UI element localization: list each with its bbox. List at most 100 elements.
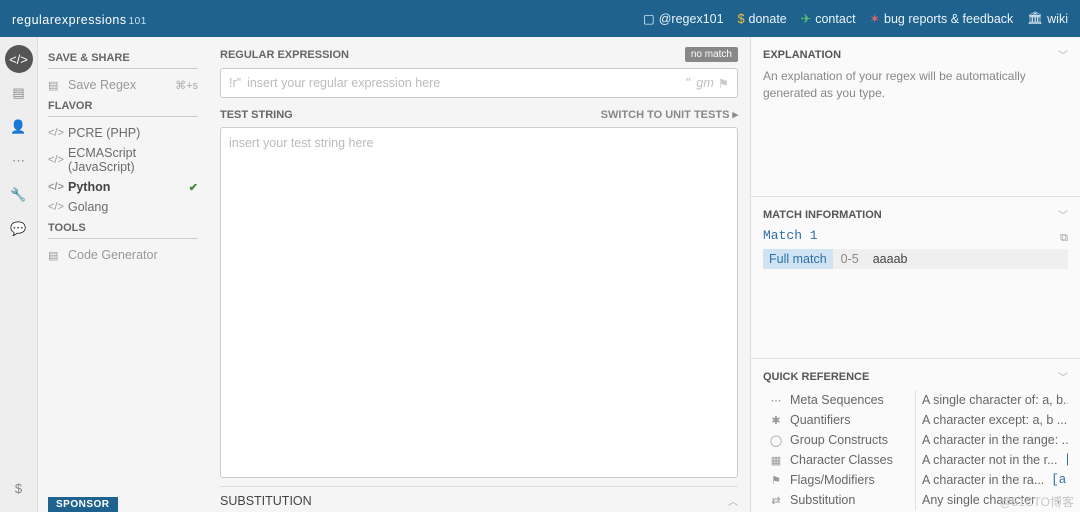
bug-icon: ✶ — [870, 11, 880, 26]
code-icon: </> — [48, 127, 62, 139]
wiki-icon: 🏛 — [1027, 11, 1043, 26]
match-range: 0-5 — [833, 249, 867, 269]
qref-cat-flags[interactable]: ⚑Flags/Modifiers — [763, 470, 915, 490]
qref-item[interactable]: A character in the ra...[a-zA-Z] — [916, 470, 1068, 490]
qref-item[interactable]: A character in the range: ...[a-z] — [916, 430, 1068, 450]
logo-bold: regular — [12, 13, 54, 27]
qref-desc: A character not in the r... — [922, 453, 1058, 467]
delim-open: !r" — [229, 76, 241, 90]
quickref-title: QUICK REFERENCE — [763, 371, 869, 383]
nav-account-icon[interactable]: 👤 — [5, 113, 33, 141]
link-label: @regex101 — [659, 12, 724, 26]
explanation-head: EXPLANATION ﹀ — [763, 47, 1068, 62]
sub-icon: ⇄ — [769, 494, 783, 507]
match-label[interactable]: Match 1 — [763, 228, 818, 243]
header-links: ▢ @regex101 $donate ✈ contact ✶ bug reports… — [643, 11, 1068, 26]
qref-token: . — [1054, 493, 1062, 507]
chevron-down-icon[interactable]: ﹀ — [1058, 207, 1068, 222]
check-icon: ✔ — [189, 181, 198, 194]
contact-icon: ✈ — [801, 11, 811, 26]
switch-tests-link[interactable]: SWITCH TO UNIT TESTS ▸ — [601, 108, 738, 121]
link-wiki[interactable]: 🏛wiki — [1027, 11, 1068, 26]
nav-library-icon[interactable]: ▤ — [5, 79, 33, 107]
test-title: TEST STRING — [220, 109, 293, 121]
chevron-down-icon[interactable]: ﹀ — [1058, 47, 1068, 62]
code-icon: </> — [48, 181, 62, 193]
regex-header: REGULAR EXPRESSION no match — [220, 47, 738, 62]
explanation-title: EXPLANATION — [763, 49, 841, 61]
qref-item[interactable]: Any single character. — [916, 490, 1068, 510]
link-label: bug reports & feedback — [884, 12, 1013, 26]
nav-chat-icon[interactable]: 💬 — [5, 215, 33, 243]
save-regex-label: Save Regex — [68, 78, 136, 92]
export-icon[interactable]: ⧉ — [1060, 232, 1068, 245]
qref-desc: Any single character — [922, 493, 1035, 507]
link-bugs[interactable]: ✶ bug reports & feedback — [870, 11, 1014, 26]
donate-icon: $ — [738, 12, 745, 26]
explanation-panel: EXPLANATION ﹀ An explanation of your reg… — [751, 37, 1080, 197]
link-donate[interactable]: $donate — [738, 11, 787, 26]
sponsor-badge[interactable]: SPONSOR — [48, 497, 118, 512]
flag-icon[interactable]: ⚑ — [718, 76, 729, 91]
flavor-ecmascript[interactable]: </>ECMAScript (JavaScript) — [48, 143, 198, 177]
code-icon: </> — [48, 201, 62, 213]
right-column: EXPLANATION ﹀ An explanation of your reg… — [750, 37, 1080, 512]
link-label: contact — [815, 12, 855, 26]
sidebar: SAVE & SHARE ▤ Save Regex ⌘+s FLAVOR </>… — [38, 37, 208, 512]
save-icon: ▤ — [48, 79, 62, 92]
qref-desc: A single character of: a, b... — [922, 393, 1068, 407]
qref-desc: A character in the ra... — [922, 473, 1044, 487]
substitution-header[interactable]: SUBSTITUTION ︿ — [220, 486, 738, 512]
no-match-badge: no match — [685, 47, 738, 62]
flavor-python[interactable]: </> Python ✔ — [48, 177, 198, 197]
chevron-up-icon[interactable]: ︿ — [728, 493, 738, 508]
logo-sub: 101 — [129, 16, 147, 27]
flavor-label: Python — [68, 180, 110, 194]
link-twitter[interactable]: ▢ @regex101 — [643, 11, 724, 26]
qref-cat-meta[interactable]: ⋯ Meta Sequences — [763, 390, 915, 410]
qref-cat-label: Meta Sequences — [790, 393, 884, 407]
qref-cat-sub[interactable]: ⇄Substitution — [763, 490, 915, 510]
qref-desc: A character in the range: ... — [922, 433, 1068, 447]
match-text: aaaab — [867, 249, 914, 269]
match-row-head: Match 1 ⧉ — [763, 228, 1068, 249]
shortcut-label: ⌘+s — [175, 79, 198, 92]
quickref-items: A single character of: a, b...[abc] A ch… — [916, 390, 1068, 510]
regex-placeholder: insert your regular expression here — [247, 76, 686, 90]
test-header: TEST STRING SWITCH TO UNIT TESTS ▸ — [220, 108, 738, 121]
quickref-body: ⋯ Meta Sequences ✱Quantifiers ◯Group Cons… — [763, 390, 1068, 510]
quickref-head: QUICK REFERENCE ﹀ — [763, 369, 1068, 384]
save-regex-button[interactable]: ▤ Save Regex ⌘+s — [48, 75, 198, 95]
qref-cat-group[interactable]: ◯Group Constructs — [763, 430, 915, 450]
qref-item[interactable]: A character not in the r...[^a-z] — [916, 450, 1068, 470]
code-generator-button[interactable]: ▤Code Generator — [48, 245, 198, 265]
qref-item[interactable]: A character except: a, b ...[^abc] — [916, 410, 1068, 430]
vertical-nav: </> ▤ 👤 ⋯ 🔧 💬 $ — [0, 37, 38, 512]
nav-settings-icon[interactable]: 🔧 — [5, 181, 33, 209]
regex-flags[interactable]: gm — [696, 76, 713, 90]
test-string-input[interactable]: insert your test string here — [220, 127, 738, 478]
nav-debugger-icon[interactable]: ⋯ — [5, 147, 33, 175]
save-share-heading: SAVE & SHARE — [48, 52, 198, 69]
regex-input[interactable]: !r" insert your regular expression here … — [220, 68, 738, 98]
chevron-down-icon[interactable]: ﹀ — [1058, 369, 1068, 384]
nav-donate-icon[interactable]: $ — [5, 474, 33, 502]
meta-icon: ⋯ — [769, 394, 783, 407]
flavor-heading: FLAVOR — [48, 100, 198, 117]
qref-cat-quant[interactable]: ✱Quantifiers — [763, 410, 915, 430]
qref-cat-class[interactable]: ▦Character Classes — [763, 450, 915, 470]
sub-title: SUBSTITUTION — [220, 494, 312, 508]
qref-item[interactable]: A single character of: a, b...[abc] — [916, 390, 1068, 410]
test-placeholder: insert your test string here — [229, 136, 374, 150]
link-contact[interactable]: ✈ contact — [801, 11, 856, 26]
qref-cat-label: Character Classes — [790, 453, 893, 467]
full-match-label: Full match — [763, 249, 833, 269]
nav-editor-icon[interactable]: </> — [5, 45, 33, 73]
flavor-pcre[interactable]: </>PCRE (PHP) — [48, 123, 198, 143]
twitter-icon: ▢ — [643, 11, 655, 26]
logo: regularexpressions101 — [12, 8, 147, 29]
main-area: </> ▤ 👤 ⋯ 🔧 💬 $ SAVE & SHARE ▤ Save Rege… — [0, 37, 1080, 512]
flavor-golang[interactable]: </>Golang — [48, 197, 198, 217]
matchinfo-title: MATCH INFORMATION — [763, 209, 882, 221]
qref-cat-label: Quantifiers — [790, 413, 850, 427]
